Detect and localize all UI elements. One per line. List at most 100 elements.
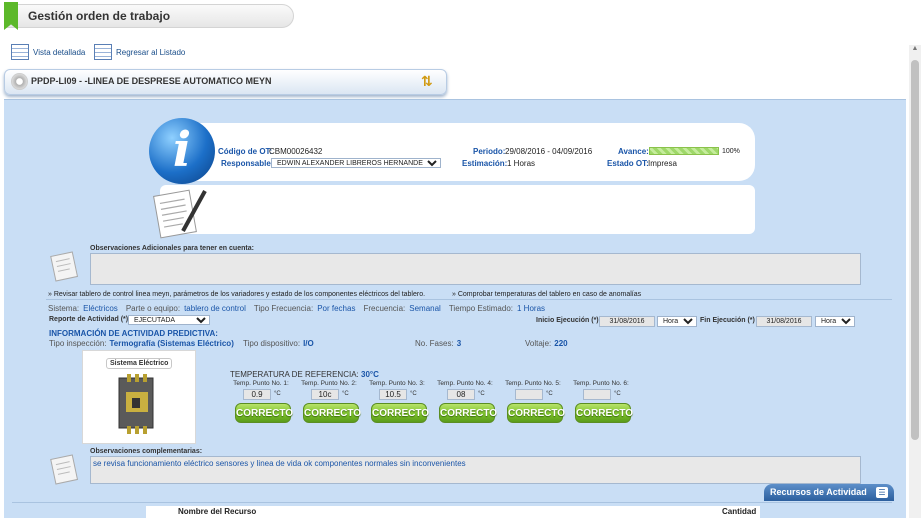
- device-value: I/O: [303, 339, 314, 348]
- resource-name-header: Nombre del Recurso: [178, 507, 257, 516]
- freq-type-label: Tipo Frecuencia:: [253, 304, 314, 313]
- sort-icon[interactable]: ⇅: [421, 73, 439, 91]
- device-label: Tipo dispositivo:: [243, 339, 301, 348]
- start-hour-select[interactable]: Hora 12: [657, 316, 697, 327]
- progress-label: Avance:: [618, 147, 649, 156]
- equipment-value: tablero de control: [184, 304, 246, 313]
- temp-point-label: Temp. Punto No. 3:: [369, 380, 425, 387]
- correct-button[interactable]: CORRECTO: [439, 403, 497, 423]
- task-text: Comprobar temperaturas del tablero en ca…: [457, 291, 642, 298]
- list-icon: ☰: [876, 487, 888, 498]
- freq-type-value: Por fechas: [317, 304, 356, 313]
- state-value: Impresa: [648, 159, 677, 168]
- activity-resources-button[interactable]: Recursos de Actividad ☰: [764, 484, 894, 501]
- inspection-label: Tipo inspección:: [49, 339, 107, 348]
- temp-point-input[interactable]: 0.9: [243, 389, 271, 400]
- divider: [46, 299, 892, 300]
- notes-icon: [50, 454, 79, 485]
- ref-temp-label: TEMPERATURA DE REFERENCIA:: [230, 370, 359, 379]
- state-label: Estado OT:: [607, 159, 649, 168]
- notes-icon: [50, 251, 79, 282]
- temp-point-input[interactable]: 10.5: [379, 389, 407, 400]
- complementary-obs-textarea[interactable]: se revisa funcionamiento eléctrico senso…: [90, 456, 861, 484]
- temp-point-input[interactable]: [583, 389, 611, 400]
- work-order-title: PPDP-LI09 - -LINEA DE DESPRESE AUTOMATIC…: [31, 76, 272, 86]
- additional-obs-label: Observaciones Adicionales para tener en …: [90, 245, 254, 252]
- est-time-label: Tiempo Estimado:: [448, 304, 513, 313]
- ref-temp-row: TEMPERATURA DE REFERENCIA: 30°C: [230, 370, 379, 379]
- voltage-label: Voltaje:: [525, 339, 552, 348]
- temp-point-label: Temp. Punto No. 6:: [573, 380, 629, 387]
- complementary-obs-label: Observaciones complementarias:: [90, 448, 203, 455]
- gear-icon: [11, 73, 28, 90]
- detail-card: [160, 185, 755, 234]
- estimate-value: 1 Horas: [507, 159, 536, 168]
- start-label: Inicio Ejecución (*): [536, 317, 599, 324]
- voltage-row: Voltaje: 220: [525, 339, 568, 348]
- activity-resources-label: Recursos de Actividad: [770, 487, 867, 497]
- predictive-heading: INFORMACIÓN DE ACTIVIDAD PREDICTIVA:: [49, 329, 218, 338]
- system-value: Eléctricos: [83, 304, 118, 313]
- document-pen-icon: [153, 189, 207, 239]
- phases-row: No. Fases: 3: [415, 339, 461, 348]
- scroll-up-arrow[interactable]: ▲: [909, 45, 921, 57]
- correct-button[interactable]: CORRECTO: [235, 403, 293, 423]
- task-item: » Revisar tablero de control linea meyn,…: [48, 291, 426, 298]
- inspection-row: Tipo inspección: Termografía (Sistemas E…: [49, 339, 234, 348]
- frequency-label: Frecuencia:: [363, 304, 406, 313]
- temp-point-label: Temp. Punto No. 2:: [301, 380, 357, 387]
- detail-view-label: Vista detallada: [33, 47, 86, 57]
- phases-value: 3: [456, 339, 462, 348]
- phases-label: No. Fases:: [415, 339, 454, 348]
- scrollbar-thumb[interactable]: [911, 60, 919, 440]
- page-title: Gestión orden de trabajo: [28, 9, 171, 23]
- temp-point-label: Temp. Punto No. 4:: [437, 380, 493, 387]
- end-hour-select[interactable]: Hora 13: [815, 316, 855, 327]
- grid-view-icon: [11, 44, 29, 60]
- temp-point-input[interactable]: 08: [447, 389, 475, 400]
- resources-table: Nombre del Recurso Cantidad: [146, 506, 760, 518]
- temp-point-label: Temp. Punto No. 5:: [505, 380, 561, 387]
- frequency-value: Semanal: [409, 304, 441, 313]
- detail-view-link[interactable]: Vista detallada: [11, 44, 85, 60]
- temp-point-unit: °C: [274, 391, 281, 397]
- temp-point-unit: °C: [410, 391, 417, 397]
- circuit-breaker-icon: [118, 374, 154, 434]
- voltage-value: 220: [554, 339, 568, 348]
- additional-obs-textarea[interactable]: [90, 253, 861, 285]
- task-text: Revisar tablero de control linea meyn, p…: [53, 291, 426, 298]
- list-view-icon: [94, 44, 112, 60]
- temp-point-unit: °C: [614, 391, 621, 397]
- end-label: Fin Ejecución (*): [700, 317, 755, 324]
- est-time-value: 1 Horas: [517, 304, 546, 313]
- equipment-label: Parte o equipo:: [125, 304, 181, 313]
- responsible-label: Responsable:: [221, 159, 274, 168]
- ot-code-label: Código de OT:: [218, 147, 273, 156]
- estimate-label: Estimación:: [462, 159, 508, 168]
- activity-fields-row: Sistema: Eléctricos Parte o equipo: tabl…: [48, 304, 545, 313]
- inspection-value: Termografía (Sistemas Eléctrico): [109, 339, 234, 348]
- temp-point-input[interactable]: 10c: [311, 389, 339, 400]
- correct-button[interactable]: CORRECTO: [303, 403, 361, 423]
- back-to-list-link[interactable]: Regresar al Listado: [94, 44, 185, 60]
- end-date-input[interactable]: 31/08/2016: [756, 316, 812, 327]
- progress-bar: [649, 147, 719, 155]
- responsible-select[interactable]: EDWIN ALEXANDER LIBREROS HERNANDEZ: [271, 158, 441, 168]
- task-item: » Comprobar temperaturas del tablero en …: [452, 291, 642, 298]
- report-select[interactable]: EJECUTADA: [128, 315, 210, 325]
- correct-button[interactable]: CORRECTO: [371, 403, 429, 423]
- device-row: Tipo dispositivo: I/O: [243, 339, 314, 348]
- correct-button[interactable]: CORRECTO: [507, 403, 565, 423]
- ot-code-value: CBM00026432: [269, 147, 323, 156]
- info-icon: i: [149, 118, 215, 184]
- temp-point-unit: °C: [478, 391, 485, 397]
- resource-qty-header: Cantidad: [722, 507, 757, 516]
- temp-point-unit: °C: [546, 391, 553, 397]
- temp-point-input[interactable]: [515, 389, 543, 400]
- correct-button[interactable]: CORRECTO: [575, 403, 633, 423]
- system-image-label: Sistema Eléctrico: [106, 358, 173, 369]
- start-date-input[interactable]: 31/08/2016: [599, 316, 655, 327]
- temp-point-label: Temp. Punto No. 1:: [233, 380, 289, 387]
- ref-temp-value: 30°C: [361, 370, 379, 379]
- progress-value: 100%: [722, 148, 740, 155]
